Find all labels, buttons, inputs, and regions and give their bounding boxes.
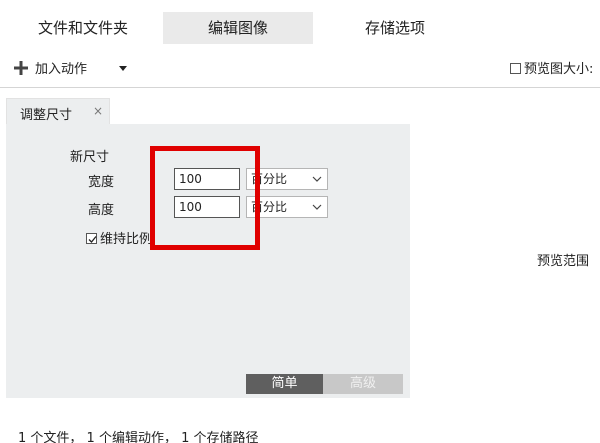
keep-ratio-toggle[interactable]: 维持比例 — [86, 228, 152, 247]
width-unit-select[interactable]: 百分比 — [246, 168, 328, 190]
new-size-title: 新尺寸 — [70, 150, 110, 165]
plus-icon[interactable] — [14, 61, 28, 75]
width-input[interactable] — [174, 168, 240, 190]
toolbar-divider — [0, 87, 600, 88]
top-tabs: 文件和文件夹 编辑图像 存储选项 — [0, 12, 600, 44]
height-unit-value: 百分比 — [251, 200, 288, 214]
preview-size-label: 预览图大小: — [524, 62, 594, 77]
status-bar-text: 1 个文件， 1 个编辑动作， 1 个存储路径 — [18, 431, 259, 443]
height-unit-select[interactable]: 百分比 — [246, 196, 328, 218]
chevron-down-icon — [312, 176, 322, 182]
preview-size-toggle[interactable]: 预览图大小: — [510, 58, 593, 77]
preview-range-label: 预览范围 — [537, 254, 590, 269]
caret-down-icon[interactable] — [119, 66, 127, 71]
tab-edit-image[interactable]: 编辑图像 — [163, 12, 313, 44]
preview-size-checkbox[interactable] — [510, 63, 521, 74]
tab-files-and-folders[interactable]: 文件和文件夹 — [8, 12, 158, 44]
width-unit-value: 百分比 — [251, 172, 288, 186]
action-tab-label: 调整尺寸 — [20, 108, 73, 123]
close-icon[interactable]: × — [93, 104, 103, 118]
resize-panel: 新尺寸 宽度 百分比 高度 百分比 维持比例 简单 高级 — [6, 124, 410, 398]
keep-ratio-label: 维持比例 — [100, 232, 153, 247]
action-tab-resize[interactable]: 调整尺寸 × — [6, 98, 110, 125]
keep-ratio-checkbox[interactable] — [86, 233, 97, 244]
tab-storage-options[interactable]: 存储选项 — [320, 12, 470, 44]
add-action-button[interactable]: 加入动作 — [35, 58, 87, 77]
checkmark-icon — [88, 236, 97, 243]
height-label: 高度 — [88, 203, 115, 218]
height-input[interactable] — [174, 196, 240, 218]
advanced-mode-button[interactable]: 高级 — [323, 374, 403, 394]
toolbar: 加入动作 预览图大小: — [0, 56, 600, 80]
chevron-down-icon — [312, 204, 322, 210]
simple-mode-button[interactable]: 简单 — [246, 374, 323, 394]
app-window: 文件和文件夹 编辑图像 存储选项 加入动作 预览图大小: 调整尺寸 × 新尺寸 … — [0, 0, 600, 443]
width-label: 宽度 — [88, 175, 115, 190]
